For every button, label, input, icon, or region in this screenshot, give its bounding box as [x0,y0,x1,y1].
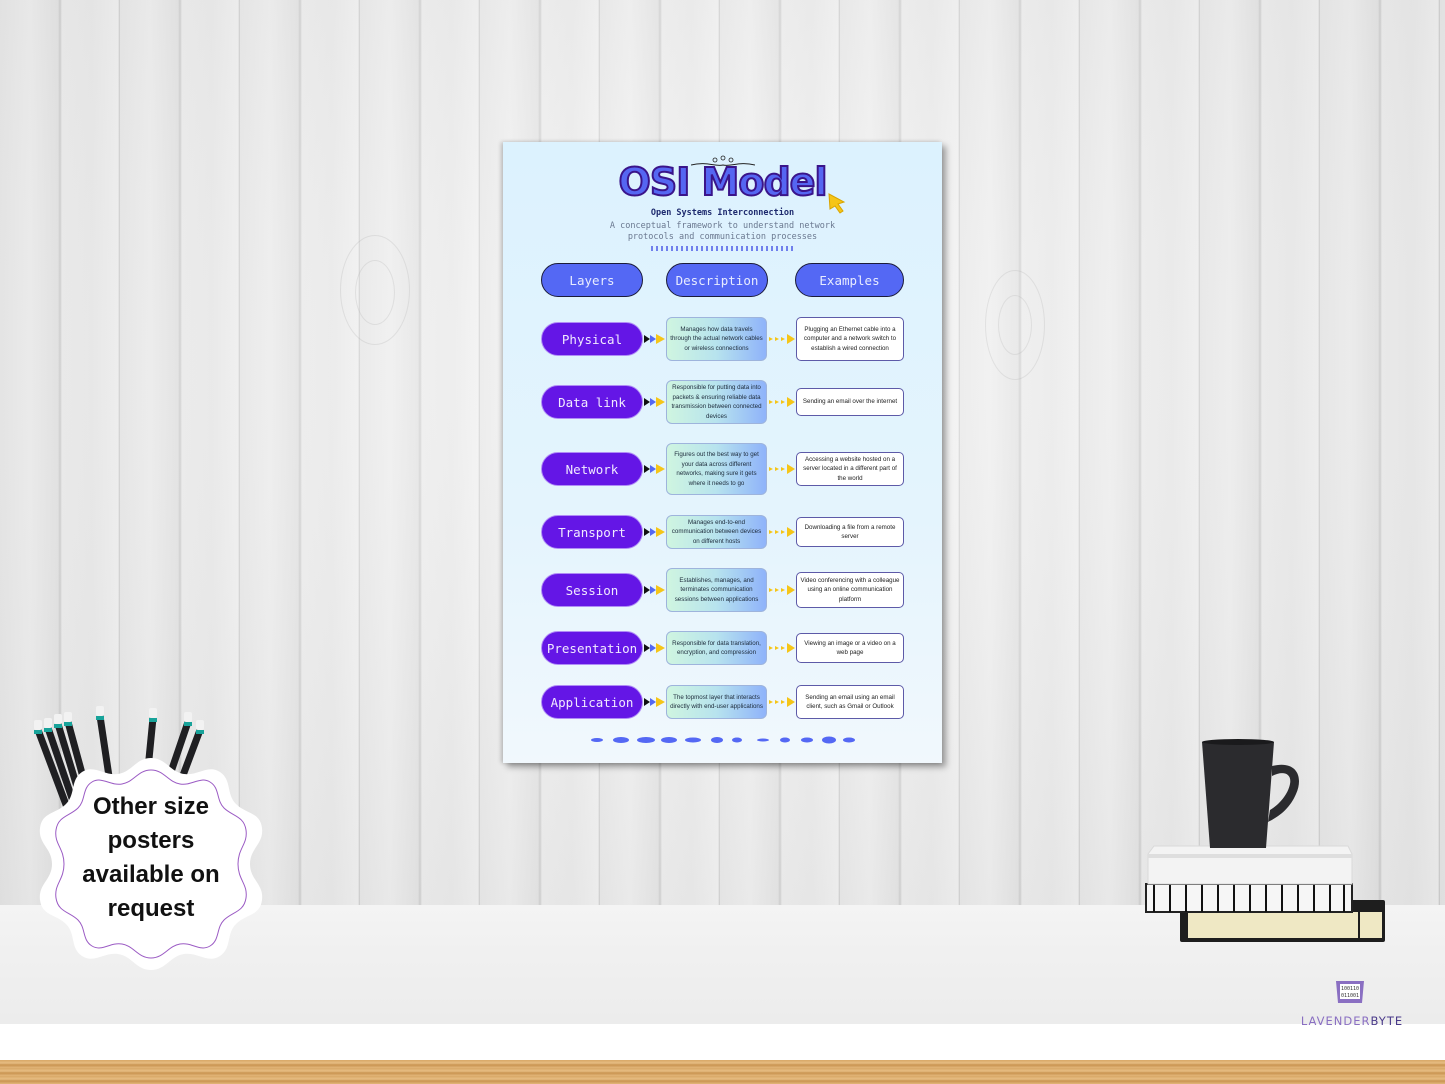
triple-arrow-icon [644,464,665,474]
layer-description: Responsible for putting data into packet… [666,380,767,424]
yellow-arrow-icon [769,464,795,474]
layer-name-pill: Session [541,573,643,607]
triple-arrow-icon [644,334,665,344]
layer-description: Establishes, manages, and terminates com… [666,568,767,612]
layer-name-pill: Presentation [541,631,643,665]
layer-example: Sending an email using an email client, … [796,685,904,719]
pencil-band [44,728,52,732]
layer-description: Manages how data travels through the act… [666,317,767,361]
triple-arrow-icon [644,697,665,707]
layer-description: The topmost layer that interacts directl… [666,685,767,719]
dotted-divider [651,246,796,251]
layer-description: Responsible for data translation, encryp… [666,631,767,665]
header-layers: Layers [541,263,643,297]
yellow-arrow-icon [769,643,795,653]
lavenderbyte-logo-icon: 100110 011001 [1336,981,1364,1003]
tagline-line: protocols and communication processes [627,232,818,242]
layer-example: Sending an email over the internet [796,388,904,416]
yellow-arrow-icon [769,585,795,595]
poster-subtitle: Open Systems Interconnection [650,208,795,218]
brush-stroke-divider [591,736,855,744]
wood-knot [340,235,410,345]
layer-description: Figures out the best way to get your dat… [666,443,767,495]
yellow-arrow-icon [769,334,795,344]
wood-knot [998,295,1032,355]
brand-part-1: LAVENDER [1300,1014,1371,1028]
badge-line: posters [107,827,195,854]
layer-name-pill: Transport [541,515,643,549]
wood-knot [985,270,1045,380]
logo-bits-line: 100110 [1341,986,1359,992]
triple-arrow-icon [644,527,665,537]
layer-example: Downloading a file from a remote server [796,517,904,547]
pencil-band [184,722,192,726]
poster-title: OSI Model [618,159,829,205]
pencil-band [149,718,157,722]
osi-model-poster: OSI Model Open Systems Interconnection A… [503,142,942,763]
triple-arrow-icon [644,397,665,407]
logo-bits-line: 011001 [1341,993,1359,999]
triple-arrow-icon [644,585,665,595]
header-examples: Examples [795,263,904,297]
pencil-band [54,724,62,728]
wood-knot [355,260,395,325]
book-stack-icon [1145,845,1385,942]
badge-text: Other size posters available on request [38,790,264,926]
wooden-frame-strip [0,1060,1445,1084]
layer-name-pill: Data link [541,385,643,419]
badge-line: request [107,895,195,922]
pencil-band [34,730,42,734]
layer-name-pill: Physical [541,322,643,356]
layer-name-pill: Network [541,452,643,486]
pencil-band [64,722,72,726]
layer-example: Video conferencing with a colleague usin… [796,572,904,608]
desk-edge [0,1024,1445,1060]
tagline-line: A conceptual framework to understand net… [609,221,836,231]
coffee-mug-icon [1202,739,1299,848]
yellow-arrow-icon [769,697,795,707]
layer-example: Accessing a website hosted on a server l… [796,452,904,486]
badge-line: available on [82,861,220,888]
layer-name-pill: Application [541,685,643,719]
pencil-band [96,716,104,720]
brand-logo-text: LAVENDERBYTE [1290,1014,1414,1028]
poster-tagline: A conceptual framework to understand net… [503,221,942,243]
brand-part-2: BYTE [1370,1014,1404,1028]
badge-line: Other size [92,793,210,820]
yellow-arrow-icon [769,527,795,537]
layer-description: Manages end-to-end communication between… [666,515,767,549]
layer-example: Viewing an image or a video on a web pag… [796,633,904,663]
triple-arrow-icon [644,643,665,653]
layer-example: Plugging an Ethernet cable into a comput… [796,317,904,361]
pencil-band [196,730,204,734]
yellow-arrow-icon [769,397,795,407]
header-description: Description [666,263,768,297]
